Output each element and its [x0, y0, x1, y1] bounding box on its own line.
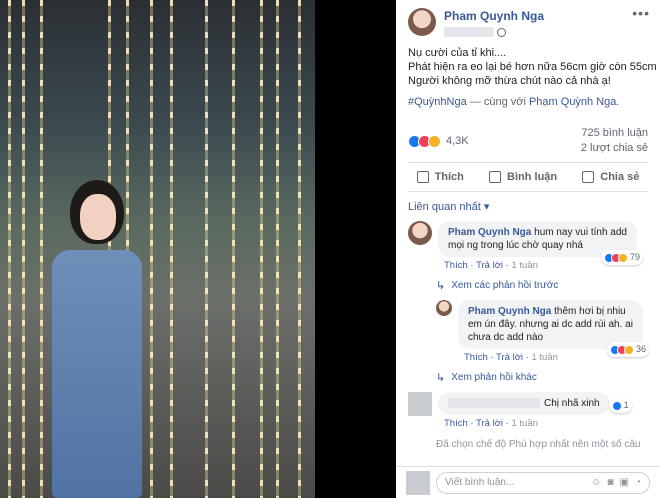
comment-item: Pham Quynh Nga hum nay vui tính add mọi …	[396, 221, 660, 271]
hashtag-link[interactable]: #QuỳnhNga	[408, 96, 467, 108]
view-more-replies-label: Xem phản hồi khác	[451, 372, 537, 383]
comment-button[interactable]: Bình luận	[489, 171, 557, 183]
reply-text: chưa dc add nào	[468, 332, 544, 343]
comment-reactions[interactable]: 79	[600, 250, 643, 265]
timestamp-redacted[interactable]	[444, 27, 494, 37]
replier-avatar[interactable]	[436, 300, 452, 316]
reply-text: thêm hơi bị nhiu	[551, 306, 626, 317]
comment-like-link[interactable]: Thích	[444, 260, 468, 271]
comment-text: Chị nhã xinh	[544, 398, 600, 409]
tag-line: #QuỳnhNga — cùng với Phạm Quỳnh Nga.	[396, 96, 660, 108]
comment-input-placeholder: Viết bình luận...	[445, 477, 515, 488]
speech-bubble-icon	[489, 171, 502, 183]
comment-time[interactable]: 1 tuần	[512, 418, 538, 429]
comment-actions: Thích · Trả lời · 1 tuần	[444, 418, 538, 429]
thumbs-up-icon	[416, 171, 429, 183]
comment-text: mọi ng trong lúc chờ quay nhá	[448, 240, 583, 251]
replier-name[interactable]: Pham Quynh Nga	[468, 306, 551, 317]
comment-label: Bình luận	[507, 171, 558, 183]
comment-filter-dropdown[interactable]: Liên quan nhất ▾	[396, 200, 660, 213]
camera-icon[interactable]: ◙	[607, 477, 613, 488]
tagged-person-link[interactable]: Phạm Quỳnh Nga.	[529, 96, 620, 108]
reactions-summary[interactable]: 4,3K	[408, 126, 469, 156]
reaction-count: 4,3K	[446, 135, 469, 147]
comment-reactions[interactable]: 1	[608, 398, 632, 413]
reply-reply-link[interactable]: Trả lời	[496, 352, 523, 363]
post-line: Phát hiện ra eo lại bé hơn nữa 56cm giờ …	[408, 61, 657, 73]
comment-reaction-count: 1	[623, 400, 629, 410]
view-previous-replies-label: Xem các phản hồi trước	[451, 280, 559, 291]
haha-reaction-icon	[428, 134, 441, 148]
globe-icon	[497, 27, 506, 37]
reply-time[interactable]: 1 tuần	[532, 352, 558, 363]
comment-reply-link[interactable]: Trả lời	[476, 418, 503, 429]
post-stats: 4,3K 725 bình luận 2 lượt chia sẻ	[396, 126, 660, 156]
share-button[interactable]: Chia sẻ	[582, 171, 639, 183]
commenter-name-redacted[interactable]	[448, 398, 540, 409]
comment-reply-link[interactable]: Trả lời	[476, 260, 503, 271]
comment-like-link[interactable]: Thích	[444, 418, 468, 429]
post-sidebar: Pham Quynh Nga ••• Nụ cười của tỉ khi...…	[396, 0, 660, 498]
like-button[interactable]: Thích	[416, 171, 464, 183]
sticker-icon[interactable]: ◔	[635, 477, 641, 488]
post-line: Nụ cười của tỉ khi....	[408, 47, 507, 59]
photo-pane	[0, 0, 396, 498]
comment-composer: Viết bình luận... ☺ ◙ ▣ ◔	[396, 466, 660, 498]
reply-item: Pham Quynh Nga thêm hơi bị nhiu em ún đâ…	[396, 300, 660, 363]
more-options-icon[interactable]: •••	[632, 6, 650, 20]
post-photo[interactable]	[0, 0, 315, 498]
post-actions: Thích Bình luận Chia sẻ	[396, 163, 660, 191]
comment-bubble: Chị nhã xinh 1	[438, 392, 632, 415]
share-arrow-icon	[582, 171, 595, 183]
reply-arrow-icon: ↳	[436, 372, 446, 384]
comment-bubble: Pham Quynh Nga hum nay vui tính add mọi …	[438, 221, 643, 265]
commenter-name[interactable]: Pham Quynh Nga	[448, 227, 531, 238]
comment-count[interactable]: 725 bình luận	[581, 126, 648, 141]
emoji-icon[interactable]: ☺	[591, 477, 601, 488]
comment-input[interactable]: Viết bình luận... ☺ ◙ ▣ ◔	[436, 471, 650, 494]
comment-reaction-count: 79	[629, 252, 640, 262]
comment-item: Chị nhã xinh 1 Thích · Trả lời · 1 tuần	[396, 392, 660, 429]
person-figure	[52, 180, 152, 498]
share-count[interactable]: 2 lượt chia sẻ	[581, 141, 648, 156]
reply-reaction-count: 36	[635, 344, 646, 354]
share-label: Chia sẻ	[600, 171, 640, 183]
author-avatar[interactable]	[408, 8, 436, 36]
comment-text: hum nay vui tính add	[531, 227, 627, 238]
gif-icon[interactable]: ▣	[620, 477, 629, 488]
composer-avatar	[406, 470, 430, 495]
commenter-avatar[interactable]	[408, 221, 432, 245]
relevance-notice: Đã chọn chế độ Phù hợp nhất nên một số c…	[436, 439, 641, 450]
reply-bubble: Pham Quynh Nga thêm hơi bị nhiu em ún đâ…	[458, 300, 649, 357]
reply-like-link[interactable]: Thích	[464, 352, 488, 363]
like-label: Thích	[434, 171, 464, 183]
photo-viewer: Pham Quynh Nga ••• Nụ cười của tỉ khi...…	[0, 0, 660, 498]
reply-reactions[interactable]: 36	[606, 342, 649, 357]
divider	[408, 191, 648, 192]
view-more-replies[interactable]: ↳ Xem phản hồi khác	[408, 371, 660, 384]
reply-arrow-icon: ↳	[436, 280, 446, 292]
comment-time[interactable]: 1 tuần	[512, 260, 538, 271]
post-header: Pham Quynh Nga •••	[396, 0, 660, 44]
commenter-avatar-redacted[interactable]	[408, 392, 432, 416]
author-name[interactable]: Pham Quynh Nga	[444, 9, 632, 23]
view-previous-replies[interactable]: ↳ Xem các phản hồi trước	[408, 279, 660, 292]
with-text: — cùng với	[466, 96, 529, 108]
post-text: Nụ cười của tỉ khi.... Phát hiện ra eo l…	[396, 46, 660, 88]
reply-text: em ún đây. nhưng ai dc add rùi ah. ai	[468, 319, 633, 330]
post-line: Người không mỡ thừa chút nào cả nhà ạ!	[408, 75, 611, 87]
